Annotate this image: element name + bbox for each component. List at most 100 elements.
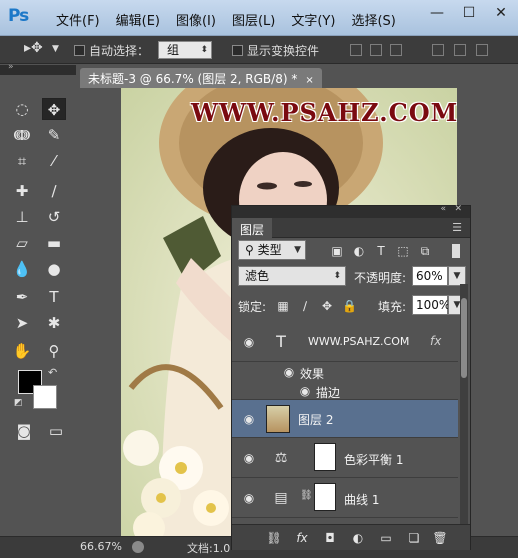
- swap-colors-icon[interactable]: ↶: [48, 366, 57, 379]
- menu-image[interactable]: 图像(I): [170, 8, 222, 31]
- pen-tool-icon[interactable]: ✒: [10, 286, 34, 308]
- menu-edit[interactable]: 编辑(E): [110, 8, 166, 31]
- add-style-icon[interactable]: fx: [294, 530, 310, 546]
- zoom-level[interactable]: 66.67%: [80, 540, 122, 553]
- screen-mode-icon[interactable]: ▭: [44, 420, 68, 442]
- hand-tool-icon[interactable]: ✋: [10, 340, 34, 362]
- new-adjustment-icon[interactable]: ◐: [350, 530, 366, 546]
- new-group-icon[interactable]: ▭: [378, 530, 394, 546]
- align-top-icon[interactable]: [350, 44, 362, 56]
- type-tool-icon[interactable]: T: [42, 286, 66, 308]
- history-brush-tool-icon[interactable]: ↺: [42, 206, 66, 228]
- panel-menu-icon[interactable]: ☰: [452, 221, 462, 234]
- eraser-tool-icon[interactable]: ▱: [10, 232, 34, 254]
- checkbox-icon: [232, 45, 243, 56]
- dodge-tool-icon[interactable]: ●: [42, 258, 66, 280]
- close-panel-icon[interactable]: ✕: [454, 204, 462, 214]
- visibility-eye-icon[interactable]: ◉: [242, 491, 256, 505]
- default-colors-icon[interactable]: ◩: [14, 398, 23, 408]
- visibility-eye-icon[interactable]: ◉: [242, 451, 256, 465]
- effects-label: 效果: [300, 367, 325, 381]
- marquee-tool-icon[interactable]: ◌: [10, 98, 34, 120]
- scrollbar-thumb[interactable]: [461, 298, 467, 378]
- menu-bar: 文件(F) 编辑(E) 图像(I) 图层(L) 文字(Y) 选择(S): [50, 8, 406, 31]
- tool-preset-dropdown-icon[interactable]: ▼: [52, 44, 59, 60]
- opacity-dropdown-icon[interactable]: ▼: [448, 266, 466, 286]
- move-tool-icon[interactable]: ✥: [42, 98, 66, 120]
- fx-badge[interactable]: fx: [430, 334, 441, 348]
- layer-effect-stroke[interactable]: ◉ 描边: [232, 382, 458, 400]
- fill-input[interactable]: 100%: [412, 295, 450, 315]
- auto-select-target-select[interactable]: 组 ⬍: [158, 41, 212, 59]
- filter-shape-icon[interactable]: ⬚: [396, 244, 410, 258]
- new-layer-icon[interactable]: ❏: [406, 530, 422, 546]
- filter-kind-select[interactable]: ⚲ 类型 ▼: [238, 240, 306, 260]
- minimize-icon[interactable]: —: [426, 4, 448, 22]
- lock-image-icon[interactable]: ∕: [298, 299, 312, 313]
- menu-layer[interactable]: 图层(L): [226, 8, 281, 31]
- blend-mode-select[interactable]: 滤色 ⬍: [238, 266, 346, 286]
- quick-select-tool-icon[interactable]: ✎: [42, 124, 66, 146]
- show-transform-checkbox[interactable]: 显示变换控件: [232, 42, 319, 58]
- document-tab[interactable]: 未标题-3 @ 66.7% (图层 2, RGB/8) * ×: [80, 68, 322, 88]
- lock-all-icon[interactable]: 🔒: [342, 299, 357, 313]
- align-left-icon[interactable]: [432, 44, 444, 56]
- visibility-eye-icon[interactable]: ◉: [282, 365, 296, 379]
- align-vcenter-icon[interactable]: [370, 44, 382, 56]
- lock-transparent-icon[interactable]: ▦: [276, 299, 290, 313]
- filter-toggle[interactable]: [452, 244, 460, 258]
- layer-name: WWW.PSAHZ.COM: [308, 335, 410, 348]
- maximize-icon[interactable]: ☐: [458, 4, 480, 22]
- layer-row-color-balance[interactable]: ◉ ⚖ 色彩平衡 1: [232, 438, 458, 478]
- quick-mask-icon[interactable]: ◙: [12, 420, 36, 442]
- menu-file[interactable]: 文件(F): [50, 8, 106, 31]
- clone-stamp-tool-icon[interactable]: ⊥: [10, 206, 34, 228]
- filter-smartobject-icon[interactable]: ⧉: [418, 244, 432, 258]
- search-icon: ⚲: [245, 243, 258, 257]
- filter-type-icon[interactable]: T: [374, 244, 388, 258]
- delete-layer-icon[interactable]: 🗑: [432, 530, 448, 546]
- align-bottom-icon[interactable]: [390, 44, 402, 56]
- layer-row-curves[interactable]: ◉ ▤ ⛓ 曲线 1: [232, 478, 458, 518]
- add-mask-icon[interactable]: ◘: [322, 530, 338, 546]
- blur-tool-icon[interactable]: 💧: [10, 258, 34, 280]
- layer-row-pixel-selected[interactable]: ◉ 图层 2: [232, 400, 458, 438]
- zoom-tool-icon[interactable]: ⚲: [42, 340, 66, 362]
- brush-tool-icon[interactable]: ∕: [42, 180, 66, 202]
- crop-tool-icon[interactable]: ⌗: [10, 150, 34, 172]
- filter-adjustment-icon[interactable]: ◐: [352, 244, 366, 258]
- link-layers-icon[interactable]: ⛓: [266, 530, 282, 546]
- opacity-input[interactable]: 60%: [412, 266, 448, 286]
- gradient-tool-icon[interactable]: ▬: [42, 232, 66, 254]
- tab-layers[interactable]: 图层: [232, 218, 273, 238]
- layer-mask-thumbnail: [314, 483, 336, 511]
- close-icon[interactable]: ×: [305, 75, 313, 86]
- menu-type[interactable]: 文字(Y): [285, 8, 341, 31]
- visibility-eye-icon[interactable]: ◉: [242, 335, 256, 349]
- auto-select-checkbox[interactable]: 自动选择：: [74, 42, 149, 58]
- visibility-eye-icon[interactable]: ◉: [242, 412, 256, 426]
- move-tool-icon[interactable]: ▸✥: [24, 40, 43, 56]
- align-right-icon[interactable]: [476, 44, 488, 56]
- lasso-tool-icon[interactable]: ↈ: [10, 124, 34, 146]
- lock-position-icon[interactable]: ✥: [320, 299, 334, 313]
- layer-row-text[interactable]: ◉ T WWW.PSAHZ.COM fx: [232, 322, 458, 362]
- photoshop-logo: Ps: [8, 6, 29, 26]
- layer-name: 图层 2: [298, 413, 334, 427]
- collapse-arrows-icon[interactable]: »: [8, 62, 14, 72]
- align-hcenter-icon[interactable]: [454, 44, 466, 56]
- custom-shape-tool-icon[interactable]: ✱: [42, 312, 66, 334]
- layer-effects-group[interactable]: ◉ 效果: [232, 362, 458, 382]
- auto-select-target-value: 组: [167, 43, 180, 57]
- healing-brush-tool-icon[interactable]: ✚: [10, 180, 34, 202]
- path-select-tool-icon[interactable]: ➤: [10, 312, 34, 334]
- visibility-eye-icon[interactable]: ◉: [298, 384, 312, 398]
- layers-scrollbar[interactable]: [460, 284, 468, 546]
- status-info-icon[interactable]: [132, 541, 144, 553]
- collapse-icon[interactable]: «: [440, 204, 446, 214]
- background-color-swatch[interactable]: [33, 385, 57, 409]
- filter-pixel-icon[interactable]: ▣: [330, 244, 344, 258]
- eyedropper-tool-icon[interactable]: ⁄: [42, 150, 66, 172]
- close-icon[interactable]: ✕: [490, 4, 512, 22]
- menu-select[interactable]: 选择(S): [345, 8, 401, 31]
